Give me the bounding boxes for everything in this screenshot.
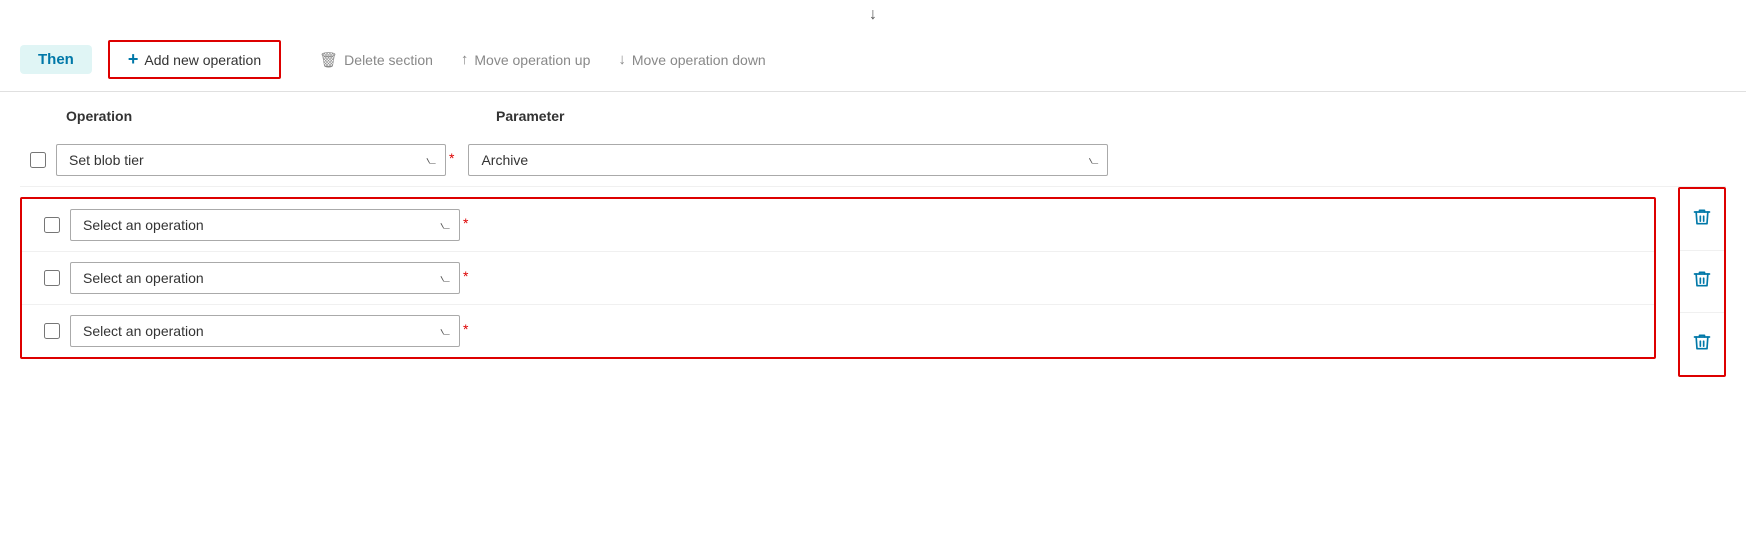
delete-op1-button[interactable] [1680, 189, 1724, 251]
additional-op-row-1: Select an operation Set blob tier Delete… [22, 199, 1654, 252]
op2-checkbox[interactable] [44, 270, 60, 286]
op1-checkbox-wrap [34, 217, 70, 233]
trash2-icon [1692, 269, 1712, 294]
first-parameter-select-wrap: Archive Cool Hot ⦦ [468, 144, 1108, 176]
column-headers: Operation Parameter [20, 92, 1726, 134]
delete-section-button[interactable]: 🗑 Delete section [305, 45, 447, 75]
first-op-required-star: * [449, 150, 454, 166]
op3-select[interactable]: Select an operation Set blob tier Delete… [70, 315, 460, 347]
first-row-checkbox-wrap [20, 152, 56, 168]
op3-checkbox-wrap [34, 323, 70, 339]
move-down-label: Move operation down [632, 52, 766, 68]
top-arrow-area: ↓ [0, 0, 1746, 28]
additional-ops-outline: Select an operation Set blob tier Delete… [20, 197, 1656, 359]
additional-op-row-2: Select an operation Set blob tier Delete… [22, 252, 1654, 305]
trash3-icon [1692, 332, 1712, 357]
then-badge[interactable]: Then [20, 45, 92, 74]
op1-required-star: * [463, 215, 468, 231]
toolbar: Then + Add new operation 🗑 Delete sectio… [0, 28, 1746, 92]
plus-icon: + [128, 49, 139, 70]
down-arrow-icon: ↓ [869, 6, 877, 24]
page-wrapper: ↓ Then + Add new operation 🗑 Delete sect… [0, 0, 1746, 556]
operation-column-header: Operation [56, 108, 486, 124]
op3-checkbox[interactable] [44, 323, 60, 339]
op2-select-wrap: Select an operation Set blob tier Delete… [70, 262, 460, 294]
add-new-operation-label: Add new operation [144, 52, 261, 68]
arrow-down-icon: ↓ [618, 51, 626, 68]
first-operation-select-wrap: Set blob tier Delete blob Select an oper… [56, 144, 446, 176]
move-up-label: Move operation up [474, 52, 590, 68]
delete-op2-button[interactable] [1680, 251, 1724, 313]
op2-select[interactable]: Select an operation Set blob tier Delete… [70, 262, 460, 294]
first-row-checkbox[interactable] [30, 152, 46, 168]
move-up-button[interactable]: ↑ Move operation up [447, 45, 604, 74]
additional-rows-section: Select an operation Set blob tier Delete… [20, 187, 1726, 359]
op3-required-star: * [463, 321, 468, 337]
first-operation-row: Set blob tier Delete blob Select an oper… [20, 134, 1726, 187]
delete-section-icon: 🗑 [319, 51, 338, 69]
delete-op3-button[interactable] [1680, 313, 1724, 375]
move-down-button[interactable]: ↓ Move operation down [604, 45, 779, 74]
delete-buttons-section [1678, 187, 1726, 377]
arrow-up-icon: ↑ [461, 51, 469, 68]
first-operation-select[interactable]: Set blob tier Delete blob Select an oper… [56, 144, 446, 176]
op2-checkbox-wrap [34, 270, 70, 286]
first-parameter-select[interactable]: Archive Cool Hot [468, 144, 1108, 176]
delete-section-label: Delete section [344, 52, 433, 68]
op1-select[interactable]: Select an operation Set blob tier Delete… [70, 209, 460, 241]
op2-required-star: * [463, 268, 468, 284]
parameter-column-header: Parameter [486, 108, 1146, 124]
add-new-operation-button[interactable]: + Add new operation [108, 40, 281, 79]
trash1-icon [1692, 207, 1712, 232]
op1-checkbox[interactable] [44, 217, 60, 233]
additional-op-row-3: Select an operation Set blob tier Delete… [22, 305, 1654, 357]
content-area: Operation Parameter Set blob tier Delete… [0, 92, 1746, 379]
op3-select-wrap: Select an operation Set blob tier Delete… [70, 315, 460, 347]
op1-select-wrap: Select an operation Set blob tier Delete… [70, 209, 460, 241]
